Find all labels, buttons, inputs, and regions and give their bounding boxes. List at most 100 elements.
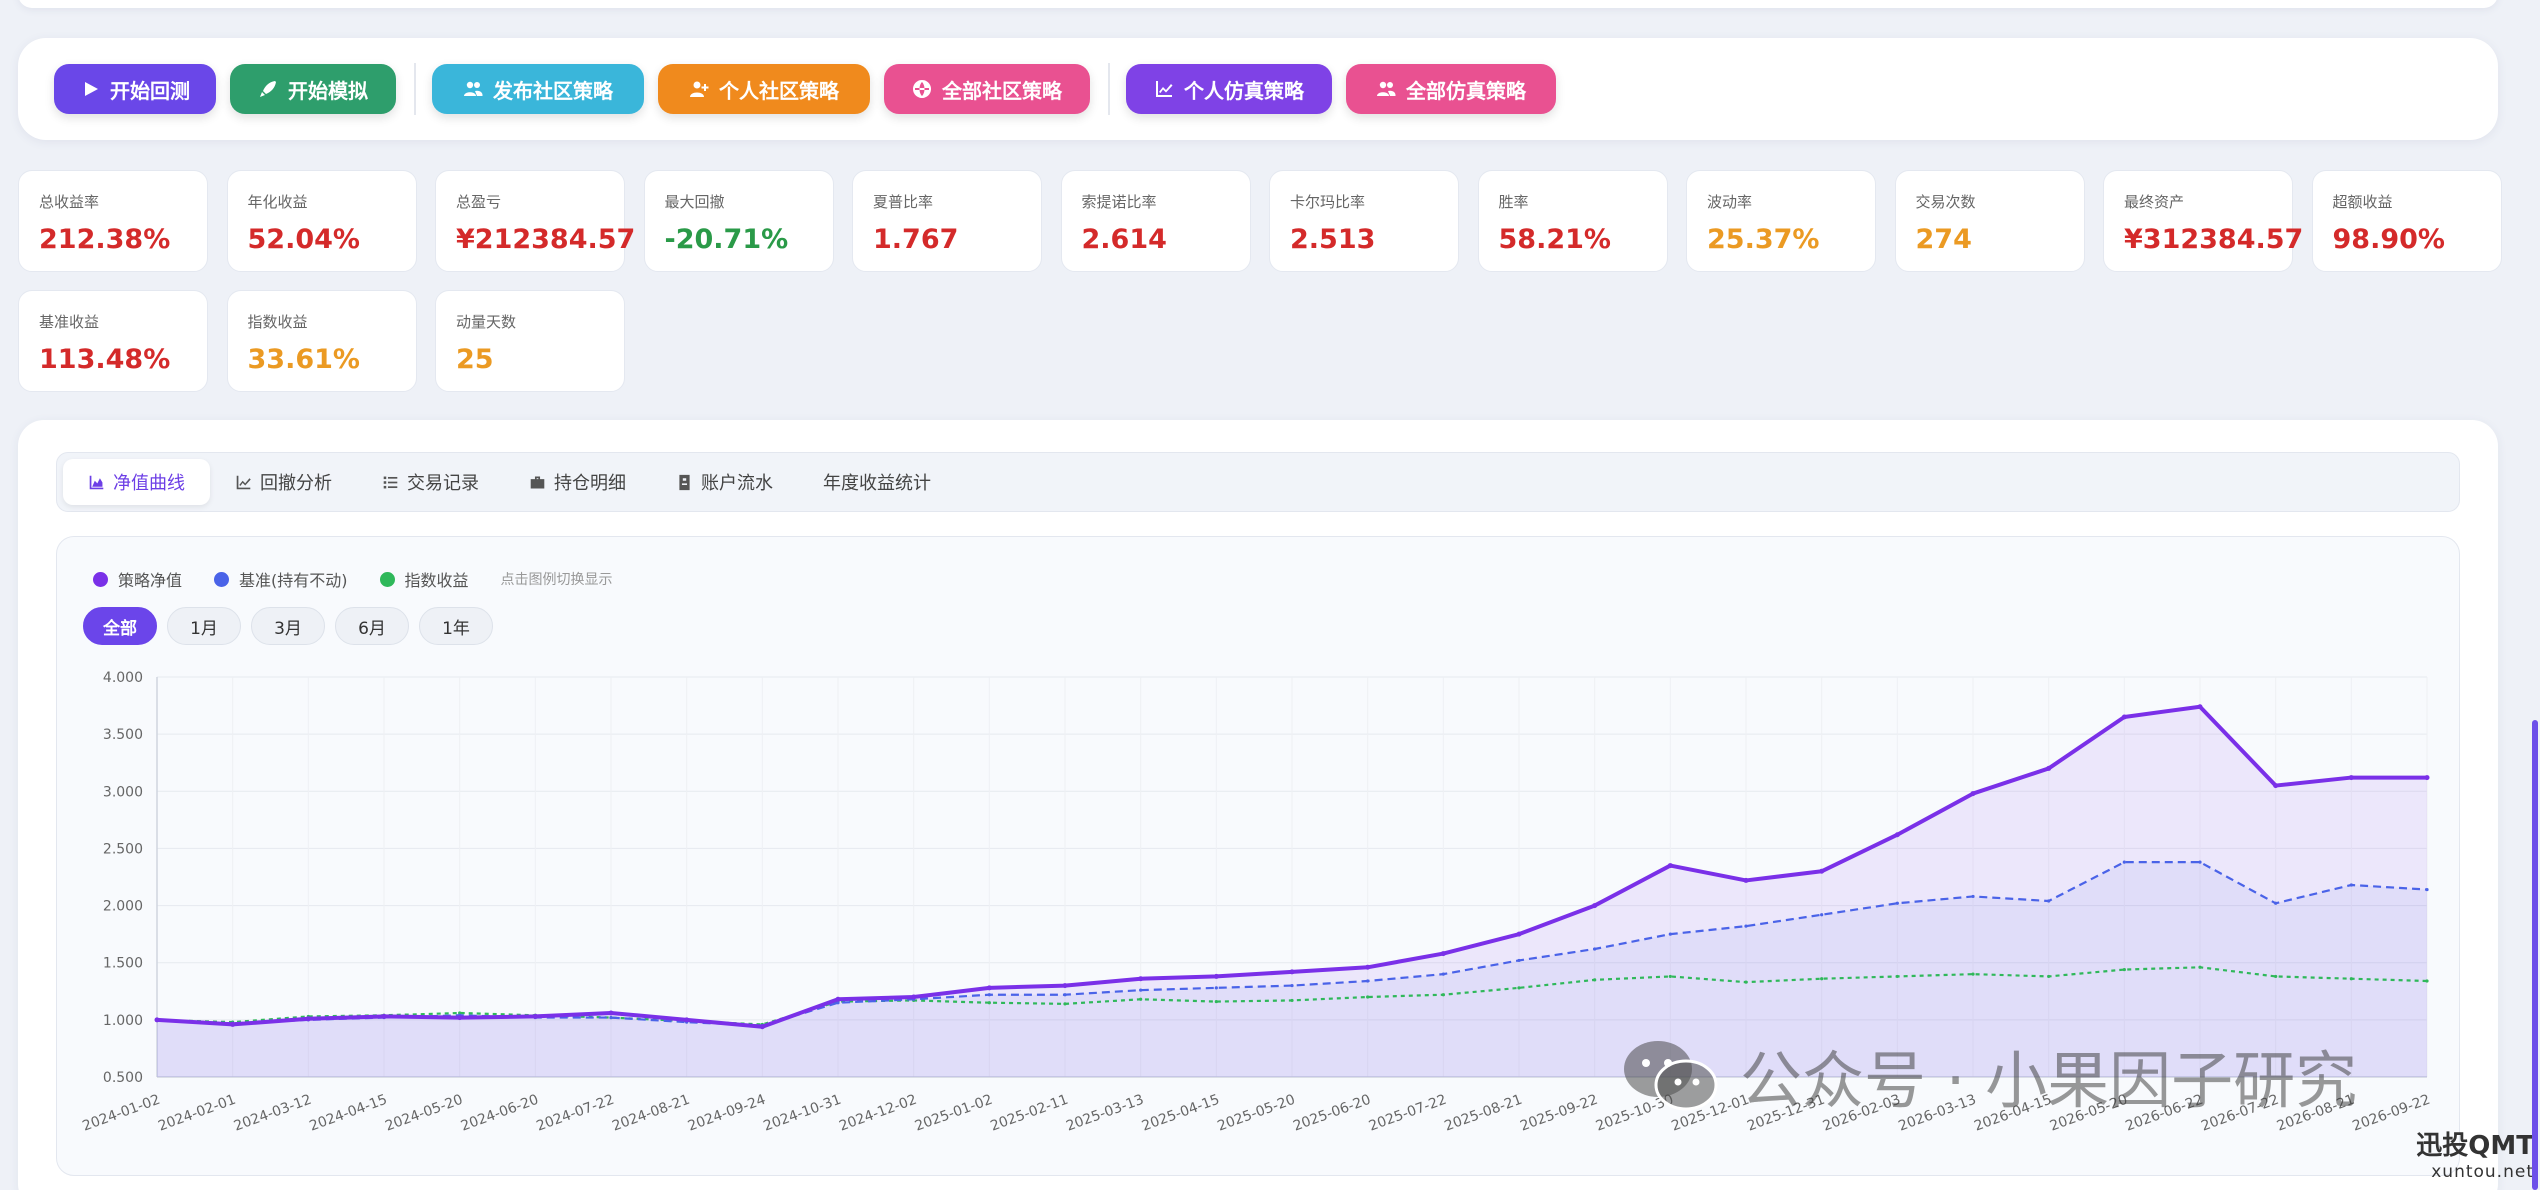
range-button-1[interactable]: 1月 [167,607,241,645]
play-icon [85,82,98,96]
series-point-2 [2425,979,2429,983]
series-point-1 [1971,894,1975,899]
series-point-0 [2046,765,2052,771]
series-point-1 [1668,932,1672,936]
tab-1[interactable]: 回撤分析 [210,459,357,505]
tab-4[interactable]: 账户流水 [651,459,798,505]
metric-label: 索提诺比率 [1081,193,1157,211]
series-point-0 [1138,976,1144,982]
time-range-selector: 全部 1月 3月 6月 1年 [83,607,493,645]
range-button-2[interactable]: 3月 [251,607,325,645]
series-point-0 [1440,951,1446,957]
tab-3[interactable]: 持仓明细 [504,459,651,505]
globe-icon [913,80,932,98]
toolbar-button-label: 全部社区策略 [942,80,1062,103]
toolbar-button-label: 个人仿真策略 [1184,80,1304,103]
series-point-2 [1139,997,1143,1001]
toolbar-button-1[interactable]: 开始模拟 [230,64,396,114]
series-point-0 [1365,964,1371,970]
series-point-2 [1290,998,1294,1003]
metric-value: 58.21% [1498,224,1611,255]
series-point-2 [1214,999,1218,1004]
brand-logo: 迅投QMT xuntou.net [2416,1125,2534,1182]
series-point-1 [1441,972,1445,976]
result-tabs: 净值曲线 回撤分析 交易记录 持仓明细 账户流水 年度收益统计 [56,452,2460,512]
metric-value: 274 [1915,224,1972,255]
metric-value: 2.614 [1081,224,1167,255]
metric-label: 最大回撤 [664,193,725,211]
x-tick-label: 2024-03-12 [232,1092,314,1135]
metric-value: -20.71% [664,224,789,255]
series-point-0 [1592,903,1598,909]
series-point-0 [305,1016,311,1022]
metric-value: 113.48% [39,344,171,375]
metric-value: 33.61% [247,344,360,375]
x-tick-label: 2024-12-02 [837,1092,919,1135]
toolbar-button-6[interactable]: 全部仿真策略 [1346,64,1556,114]
metric-value: 212.38% [39,224,171,255]
page-scrollbar[interactable] [2532,720,2538,1190]
series-point-2 [1063,1002,1067,1006]
metric-card: 胜率 58.21% [1477,170,1668,272]
toolbar-button-3[interactable]: 个人社区策略 [658,64,870,114]
toolbar-separator [1108,63,1110,115]
series-point-0 [1667,863,1673,869]
range-button-3[interactable]: 6月 [335,607,409,645]
legend-item[interactable]: 指数收益 [379,567,469,591]
x-tick-label: 2025-09-22 [1518,1092,1600,1135]
series-point-2 [1668,974,1672,979]
series-point-2 [1517,986,1521,990]
toolbar-button-0[interactable]: 开始回测 [54,64,216,114]
tab-0[interactable]: 净值曲线 [63,459,210,505]
tab-label: 回撤分析 [260,473,332,494]
series-point-0 [2121,714,2127,720]
y-tick-label: 3.500 [103,727,143,743]
series-point-1 [1214,986,1218,990]
series-point-0 [1819,868,1825,874]
metric-card: 基准收益 113.48% [18,290,208,392]
tab-label: 账户流水 [701,473,773,494]
series-point-2 [1820,977,1824,981]
x-tick-label: 2025-08-21 [1442,1092,1524,1135]
tab-5[interactable]: 年度收益统计 [798,459,956,505]
range-button-0[interactable]: 全部 [83,607,157,645]
tab-label: 净值曲线 [113,473,185,494]
series-point-1 [2198,860,2202,864]
legend-dot [93,571,108,587]
series-point-0 [1062,983,1068,989]
metric-label: 夏普比率 [873,193,934,211]
tab-2[interactable]: 交易记录 [357,459,504,505]
legend-item[interactable]: 策略净值 [93,567,182,591]
series-point-2 [2274,974,2278,979]
series-point-0 [1743,877,1749,883]
toolbar-separator [414,63,416,115]
x-tick-label: 2024-01-02 [80,1092,162,1135]
wechat-icon [1624,1041,1718,1111]
series-point-2 [1744,980,1748,984]
top-panel-edge [18,0,2498,8]
series-point-1 [609,1015,613,1020]
metric-value: 25 [456,344,494,375]
brand-domain: xuntou.net [2431,1162,2534,1182]
toolbar-button-2[interactable]: 发布社区策略 [432,64,644,114]
toolbar-button-label: 个人社区策略 [719,80,839,103]
series-point-1 [1895,901,1899,905]
series-point-1 [1139,988,1143,992]
metric-value: 98.90% [2332,224,2445,255]
rocket-icon [260,81,276,97]
toolbar-button-4[interactable]: 全部社区策略 [884,64,1090,114]
tab-label: 持仓明细 [554,473,626,494]
legend-item[interactable]: 基准(持有不动) [214,567,348,591]
metric-card: 年化收益 52.04% [226,170,417,272]
y-tick-label: 0.500 [103,1070,143,1086]
series-point-0 [608,1010,614,1016]
range-button-4[interactable]: 1年 [419,607,493,645]
metric-value: 25.37% [1707,224,1820,255]
tab-label: 交易记录 [407,473,479,494]
series-point-0 [684,1017,690,1023]
metric-label: 动量天数 [456,313,517,331]
metric-value: ¥212384.57 [456,224,636,255]
toolbar-button-5[interactable]: 个人仿真策略 [1126,64,1332,114]
series-point-2 [1441,993,1445,997]
series-point-1 [1063,993,1067,997]
